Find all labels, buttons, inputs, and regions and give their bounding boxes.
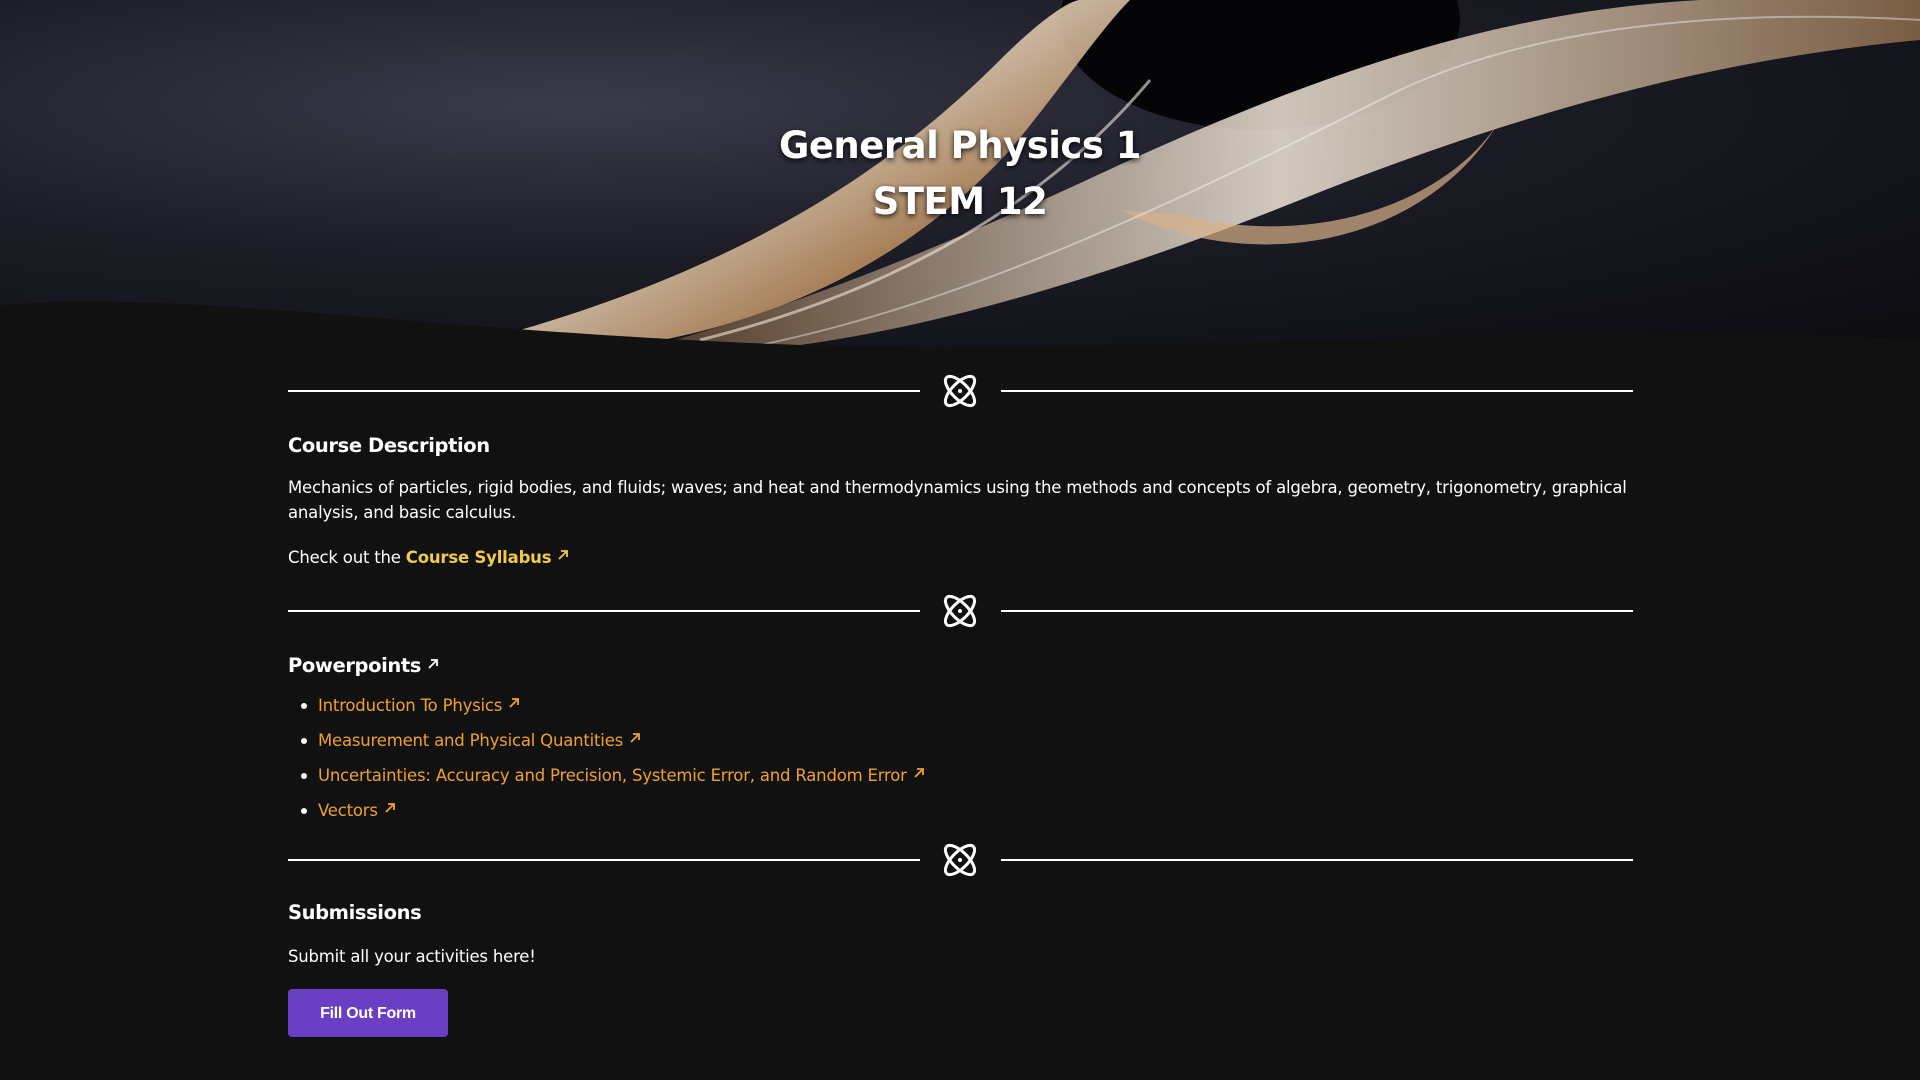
powerpoint-link-label: Vectors bbox=[318, 801, 378, 820]
course-syllabus-link-label: Course Syllabus bbox=[405, 548, 552, 567]
powerpoints-section: Powerpoints Introduction To Physics Meas… bbox=[288, 640, 1633, 833]
course-description-heading: Course Description bbox=[288, 434, 490, 457]
atom-icon bbox=[943, 594, 977, 628]
divider-line-left bbox=[288, 859, 920, 861]
powerpoint-link-vectors[interactable]: Vectors bbox=[318, 801, 396, 820]
page-title-line2: STEM 12 bbox=[872, 180, 1048, 223]
external-link-icon bbox=[509, 698, 520, 708]
external-link-icon bbox=[914, 768, 924, 778]
syllabus-prefix: Check out the bbox=[288, 548, 401, 567]
course-description-text: Mechanics of particles, rigid bodies, an… bbox=[288, 478, 1627, 522]
course-syllabus-link[interactable]: Course Syllabus bbox=[406, 548, 570, 567]
atom-icon bbox=[943, 843, 977, 877]
powerpoint-link-measurement[interactable]: Measurement and Physical Quantities bbox=[318, 731, 641, 750]
powerpoint-link-label: Uncertainties: Accuracy and Precision, S… bbox=[318, 766, 907, 785]
powerpoints-heading: Powerpoints bbox=[288, 654, 439, 677]
syllabus-line: Check out the Course Syllabus bbox=[288, 545, 1633, 570]
divider-line-left bbox=[288, 610, 920, 612]
powerpoint-link-label: Introduction To Physics bbox=[318, 696, 503, 715]
powerpoints-heading-link[interactable]: Powerpoints bbox=[288, 654, 439, 677]
course-description-section: Course Description Mechanics of particle… bbox=[288, 434, 1633, 570]
powerpoints-heading-label: Powerpoints bbox=[288, 654, 421, 677]
main-content: Course Description Mechanics of particle… bbox=[288, 360, 1633, 1037]
submissions-heading: Submissions bbox=[288, 901, 422, 924]
hero-banner: General Physics 1 STEM 12 bbox=[0, 0, 1920, 350]
list-item: Uncertainties: Accuracy and Precision, S… bbox=[301, 763, 1633, 798]
section-divider bbox=[288, 829, 1633, 889]
bullet bbox=[301, 808, 307, 814]
list-item: Measurement and Physical Quantities bbox=[301, 728, 1633, 763]
list-item: Vectors bbox=[301, 798, 1633, 833]
submissions-text: Submit all your activities here! bbox=[288, 947, 536, 966]
powerpoint-link-intro[interactable]: Introduction To Physics bbox=[318, 696, 520, 715]
section-divider bbox=[288, 580, 1633, 640]
divider-line-right bbox=[1001, 859, 1633, 861]
powerpoints-list: Introduction To Physics Measurement and … bbox=[288, 693, 1633, 833]
page-title: General Physics 1 STEM 12 bbox=[0, 118, 1920, 230]
atom-icon bbox=[943, 374, 977, 408]
powerpoint-link-uncertainties[interactable]: Uncertainties: Accuracy and Precision, S… bbox=[318, 766, 925, 785]
powerpoint-link-label: Measurement and Physical Quantities bbox=[318, 731, 624, 750]
external-link-icon bbox=[558, 550, 569, 560]
external-link-icon bbox=[385, 803, 395, 813]
submissions-section: Submissions Submit all your activities h… bbox=[288, 901, 1633, 1037]
divider-line-right bbox=[1001, 390, 1633, 392]
page-title-line1: General Physics 1 bbox=[778, 124, 1142, 167]
section-divider bbox=[288, 360, 1633, 420]
bullet bbox=[301, 738, 307, 744]
external-link-icon bbox=[630, 733, 640, 743]
bullet bbox=[301, 773, 307, 779]
divider-line-right bbox=[1001, 610, 1633, 612]
bullet bbox=[301, 703, 307, 709]
fill-out-form-button[interactable]: Fill Out Form bbox=[288, 989, 448, 1037]
list-item: Introduction To Physics bbox=[301, 693, 1633, 728]
external-link-icon bbox=[428, 659, 438, 669]
divider-line-left bbox=[288, 390, 920, 392]
